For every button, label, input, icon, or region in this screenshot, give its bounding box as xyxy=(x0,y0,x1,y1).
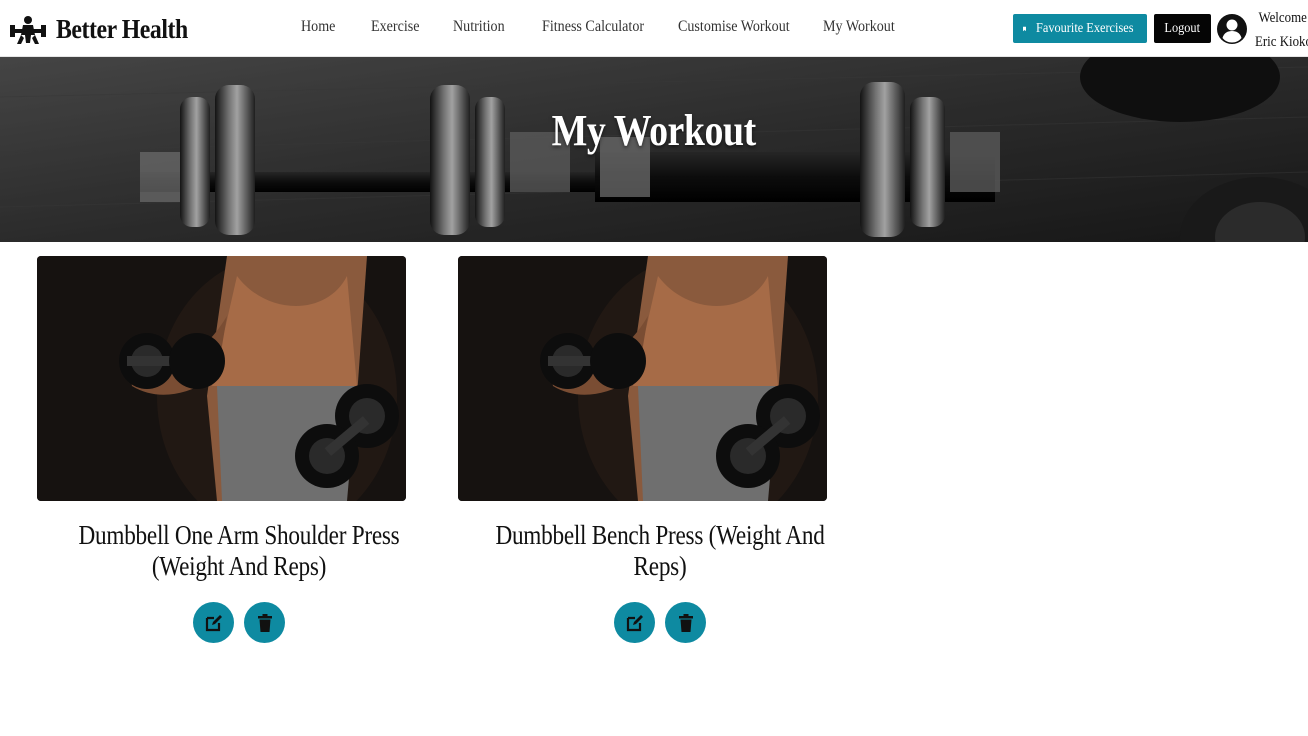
top-navbar: Better Health Home Exercise Nutrition Fi… xyxy=(0,0,1308,57)
welcome-username: Eric Kioko xyxy=(1255,34,1308,50)
favourite-exercises-button[interactable]: Favourite Exercises xyxy=(1013,14,1147,43)
workout-title: Dumbbell Bench Press (Weight And Reps) xyxy=(458,520,862,582)
welcome-text: Welcome Eric Kioko xyxy=(1255,6,1308,54)
trash-icon xyxy=(678,613,693,632)
delete-workout-button[interactable] xyxy=(665,602,706,643)
nav-link-nutrition[interactable]: Nutrition xyxy=(453,18,505,36)
edit-workout-button[interactable] xyxy=(193,602,234,643)
edit-workout-button[interactable] xyxy=(614,602,655,643)
workout-title: Dumbbell One Arm Shoulder Press (Weight … xyxy=(37,520,441,582)
hero-banner: My Workout xyxy=(0,57,1308,242)
workout-card: Dumbbell One Arm Shoulder Press (Weight … xyxy=(37,256,441,643)
workout-actions xyxy=(458,602,862,643)
workout-image xyxy=(458,256,827,501)
trash-icon xyxy=(257,613,272,632)
page-title-text: My Workout xyxy=(551,106,757,155)
nav-link-fitness-calculator[interactable]: Fitness Calculator xyxy=(542,18,644,36)
nav-link-my-workout[interactable]: My Workout xyxy=(823,18,895,36)
workout-card: Dumbbell Bench Press (Weight And Reps) xyxy=(458,256,862,643)
nav-link-home[interactable]: Home xyxy=(301,18,335,36)
logout-button[interactable]: Logout xyxy=(1154,14,1211,43)
page-title: My Workout xyxy=(0,105,1308,156)
edit-icon xyxy=(626,614,643,631)
bookmark-icon xyxy=(1023,26,1027,31)
workout-title-text: Dumbbell Bench Press (Weight And Reps) xyxy=(495,520,825,581)
delete-workout-button[interactable] xyxy=(244,602,285,643)
nav-link-customise-workout[interactable]: Customise Workout xyxy=(678,18,790,36)
workout-image xyxy=(37,256,406,501)
logout-label: Logout xyxy=(1164,20,1201,36)
workout-actions xyxy=(37,602,441,643)
edit-icon xyxy=(205,614,222,631)
user-circle-icon[interactable] xyxy=(1216,13,1248,45)
welcome-greeting: Welcome xyxy=(1258,10,1307,26)
favourite-exercises-label: Favourite Exercises xyxy=(1036,20,1134,36)
nav-link-exercise[interactable]: Exercise xyxy=(371,18,419,36)
workout-title-text: Dumbbell One Arm Shoulder Press (Weight … xyxy=(78,520,400,581)
